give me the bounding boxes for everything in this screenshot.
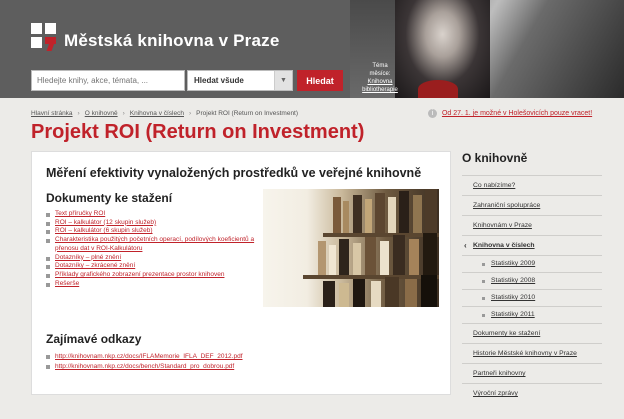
breadcrumb-item-home[interactable]: Hlavní stránka [31,110,73,117]
hero-caption-link[interactable]: Knihovna [362,78,398,86]
main-content: Měření efektivity vynaložených prostředk… [31,151,451,395]
sidebar-item-label[interactable]: Dokumenty ke stažení [473,330,540,337]
hero-red-detail [418,80,458,98]
sidebar-item-label[interactable]: Historie Městské knihovny v Praze [473,350,577,357]
chevron-left-icon: ‹ [464,241,467,250]
external-link[interactable]: http://knihovnam.nkp.cz/docs/IFLAMemorie… [55,353,243,360]
hero-caption: Téma měsíce: Knihovna bibliotherapie [362,62,398,94]
list-item: Charakteristika použitých početních oper… [46,236,256,253]
doc-link[interactable]: Rešerše [55,280,79,287]
sidebar-item-history[interactable]: Historie Městské knihovny v Praze [462,343,602,363]
notice-link[interactable]: Od 27. 1. je možné v Holešovicích pouze … [442,110,592,117]
sidebar-subitem-2008[interactable]: Statistiky 2008 [462,272,602,289]
sidebar-item-label[interactable]: Zahraniční spolupráce [473,202,540,209]
search-input[interactable] [31,70,185,91]
breadcrumb-item-stats[interactable]: Knihovna v číslech [130,110,184,117]
notice-banner: i Od 27. 1. je možné v Holešovicích pouz… [428,109,592,118]
external-link[interactable]: http://knihovnam.nkp.cz/docs/bench/Stand… [55,363,234,370]
breadcrumb-item-current: Projekt ROI (Return on Investment) [196,110,299,117]
search-scope-select[interactable]: Hledat všude ▼ [187,70,293,91]
list-item: Dotazníky – zkrácené znění [46,262,256,271]
list-item: http://knihovnam.nkp.cz/docs/IFLAMemorie… [46,352,346,362]
sidebar-item-foreign[interactable]: Zahraniční spolupráce [462,195,602,215]
sidebar-subitem-label[interactable]: Statistiky 2009 [491,260,535,267]
search-scope-value: Hledat všude [194,76,244,85]
docs-list: Text příručky ROI ROI – kalkulátor (12 s… [46,210,256,288]
breadcrumb-item-about[interactable]: O knihovně [85,110,118,117]
sidebar-item-label[interactable]: Co nabízíme? [473,182,515,189]
doc-link[interactable]: ROI – kalkulátor (12 skupin služeb) [55,219,156,226]
doc-link[interactable]: ROI – kalkulátor (6 skupin služeb) [55,227,153,234]
list-item: Příklady grafického zobrazení prezentace… [46,271,256,280]
list-item: Rešerše [46,280,256,289]
sidebar-item-label[interactable]: Knihovnám v Praze [473,222,532,229]
hero-caption-label: Téma měsíce: [369,63,391,77]
sidebar-title: O knihovně [462,151,528,165]
page-title: Projekt ROI (Return on Investment) [31,121,365,143]
sidebar-subitem-2011[interactable]: Statistiky 2011 [462,306,602,323]
list-item: Dotazníky – plné znění [46,254,256,263]
sidebar-item-label[interactable]: Knihovna v číslech [473,242,535,249]
list-item: Text příručky ROI [46,210,256,219]
sidebar-item-offer[interactable]: Co nabízíme? [462,175,602,195]
links-list: http://knihovnam.nkp.cz/docs/IFLAMemorie… [46,352,346,372]
main-heading: Měření efektivity vynaložených prostředk… [46,166,422,180]
breadcrumb-separator: › [77,110,80,117]
sidebar: O knihovně Co nabízíme? Zahraniční spolu… [462,151,602,403]
search-button[interactable]: Hledat [297,70,343,91]
links-heading: Zajímavé odkazy [46,332,142,346]
sidebar-item-partners[interactable]: Partneři knihovny [462,363,602,383]
list-item: http://knihovnam.nkp.cz/docs/bench/Stand… [46,362,346,372]
sidebar-item-reports[interactable]: Výroční zprávy [462,383,602,403]
sidebar-item-documents[interactable]: Dokumenty ke stažení [462,323,602,343]
sidebar-item-libraries[interactable]: Knihovnám v Praze [462,215,602,235]
sidebar-item-stats[interactable]: ‹ Knihovna v číslech [462,235,602,255]
doc-link[interactable]: Text příručky ROI [55,210,105,217]
breadcrumb: Hlavní stránka › O knihovně › Knihovna v čís… [31,110,298,117]
sidebar-item-label[interactable]: Partneři knihovny [473,370,526,377]
doc-link[interactable]: Charakteristika použitých početních oper… [55,236,254,252]
logo-icon[interactable] [31,23,57,51]
info-icon: i [428,109,437,118]
list-item: ROI – kalkulátor (6 skupin služeb) [46,227,256,236]
doc-link[interactable]: Dotazníky – zkrácené znění [55,262,135,269]
breadcrumb-separator: › [122,110,125,117]
hero-caption-link-2[interactable]: bibliotherapie [362,86,398,94]
docs-heading: Dokumenty ke stažení [46,191,173,205]
logo-text[interactable]: Městská knihovna v Praze [64,31,280,51]
sidebar-subitem-2009[interactable]: Statistiky 2009 [462,255,602,272]
doc-link[interactable]: Příklady grafického zobrazení prezentace… [55,271,224,278]
breadcrumb-separator: › [188,110,192,117]
sidebar-subitem-label[interactable]: Statistiky 2010 [491,294,535,301]
list-item: ROI – kalkulátor (12 skupin služeb) [46,219,256,228]
site-header: Městská knihovna v Praze Hledat všude ▼ … [0,0,624,98]
library-shelves-image [263,189,439,307]
sidebar-item-label[interactable]: Výroční zprávy [473,390,518,397]
sidebar-subitem-label[interactable]: Statistiky 2008 [491,277,535,284]
chevron-down-icon: ▼ [274,71,292,90]
sidebar-subitem-2010[interactable]: Statistiky 2010 [462,289,602,306]
sidebar-subitem-label[interactable]: Statistiky 2011 [491,311,535,318]
doc-link[interactable]: Dotazníky – plné znění [55,254,121,261]
